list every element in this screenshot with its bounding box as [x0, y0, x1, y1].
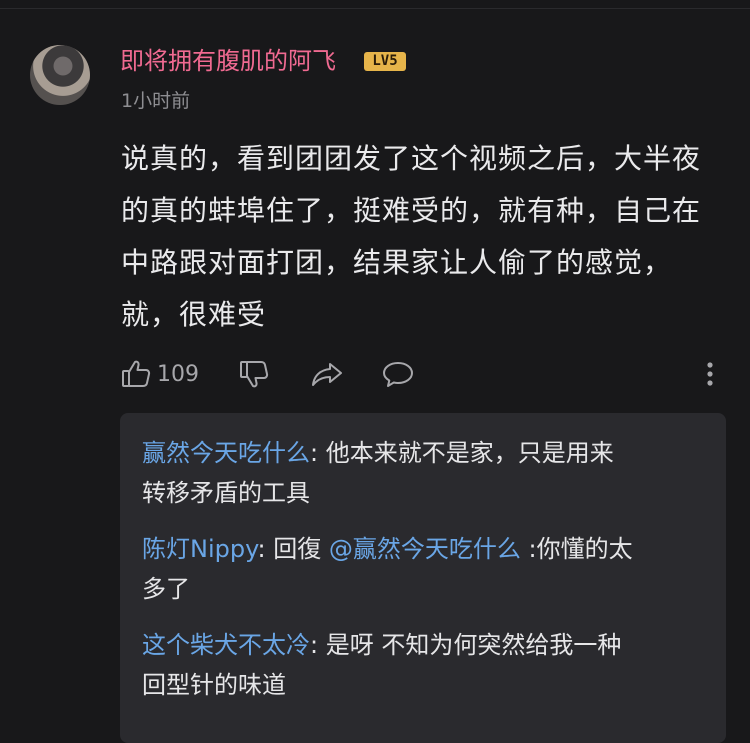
- more-button[interactable]: [704, 356, 716, 392]
- like-button[interactable]: 109: [120, 356, 199, 392]
- more-icon: [704, 358, 716, 390]
- share-button[interactable]: [310, 356, 344, 392]
- reply-text: 回型针的味道: [142, 671, 286, 699]
- reply-text: 他本来就不是家，只是用来: [325, 439, 614, 467]
- thumbs-up-icon: [120, 358, 152, 390]
- reply-item[interactable]: 赢然今天吃什么: 他本来就不是家，只是用来 转移矛盾的工具: [142, 433, 712, 513]
- reply-text: 多了: [142, 575, 190, 603]
- username[interactable]: 即将拥有腹肌的阿飞: [120, 45, 336, 77]
- like-count: 109: [157, 361, 199, 387]
- timestamp: 1小时前: [121, 90, 191, 112]
- comment-icon: [381, 358, 415, 390]
- reply-mention[interactable]: @赢然今天吃什么: [329, 535, 521, 563]
- comment-body-line: 说真的，看到团团发了这个视频之后，大半夜: [121, 142, 702, 175]
- reply-item[interactable]: 这个柴犬不太冷: 是呀 不知为何突然给我一种 回型针的味道: [142, 625, 712, 705]
- reply-button[interactable]: [381, 356, 415, 392]
- reply-separator: :: [310, 439, 326, 467]
- share-icon: [310, 358, 344, 390]
- reply-author[interactable]: 这个柴犬不太冷: [142, 631, 310, 659]
- reply-separator: :: [257, 535, 274, 563]
- thumbs-down-icon: [238, 358, 270, 390]
- comment-body-line: 就，很难受: [121, 298, 267, 331]
- comment-actions: 109: [120, 356, 730, 392]
- reply-text: :你懂的太: [520, 535, 633, 563]
- comment-card: 即将拥有腹肌的阿飞 LV5 1小时前 说真的，看到团团发了这个视频之后，大半夜 …: [0, 0, 750, 743]
- reply-author[interactable]: 赢然今天吃什么: [142, 439, 310, 467]
- comment-body: 说真的，看到团团发了这个视频之后，大半夜 的真的蚌埠住了，挺难受的，就有种，自己…: [121, 133, 731, 341]
- avatar[interactable]: [30, 45, 90, 105]
- replies-panel[interactable]: 赢然今天吃什么: 他本来就不是家，只是用来 转移矛盾的工具 陈灯Nippy: 回…: [120, 413, 726, 743]
- reply-prefix: 回復: [273, 535, 329, 563]
- dislike-button[interactable]: [238, 356, 270, 392]
- comment-body-line: 的真的蚌埠住了，挺难受的，就有种，自己在: [121, 194, 702, 227]
- comment-body-line: 中路跟对面打团，结果家让人偷了的感觉，: [121, 246, 673, 279]
- reply-item[interactable]: 陈灯Nippy: 回復 @赢然今天吃什么 :你懂的太 多了: [142, 529, 712, 609]
- reply-text: 是呀 不知为何突然给我一种: [325, 631, 622, 659]
- reply-separator: :: [310, 631, 326, 659]
- reply-author[interactable]: 陈灯Nippy: [142, 535, 258, 563]
- reply-text: 转移矛盾的工具: [142, 479, 310, 507]
- level-badge: LV5: [364, 52, 406, 71]
